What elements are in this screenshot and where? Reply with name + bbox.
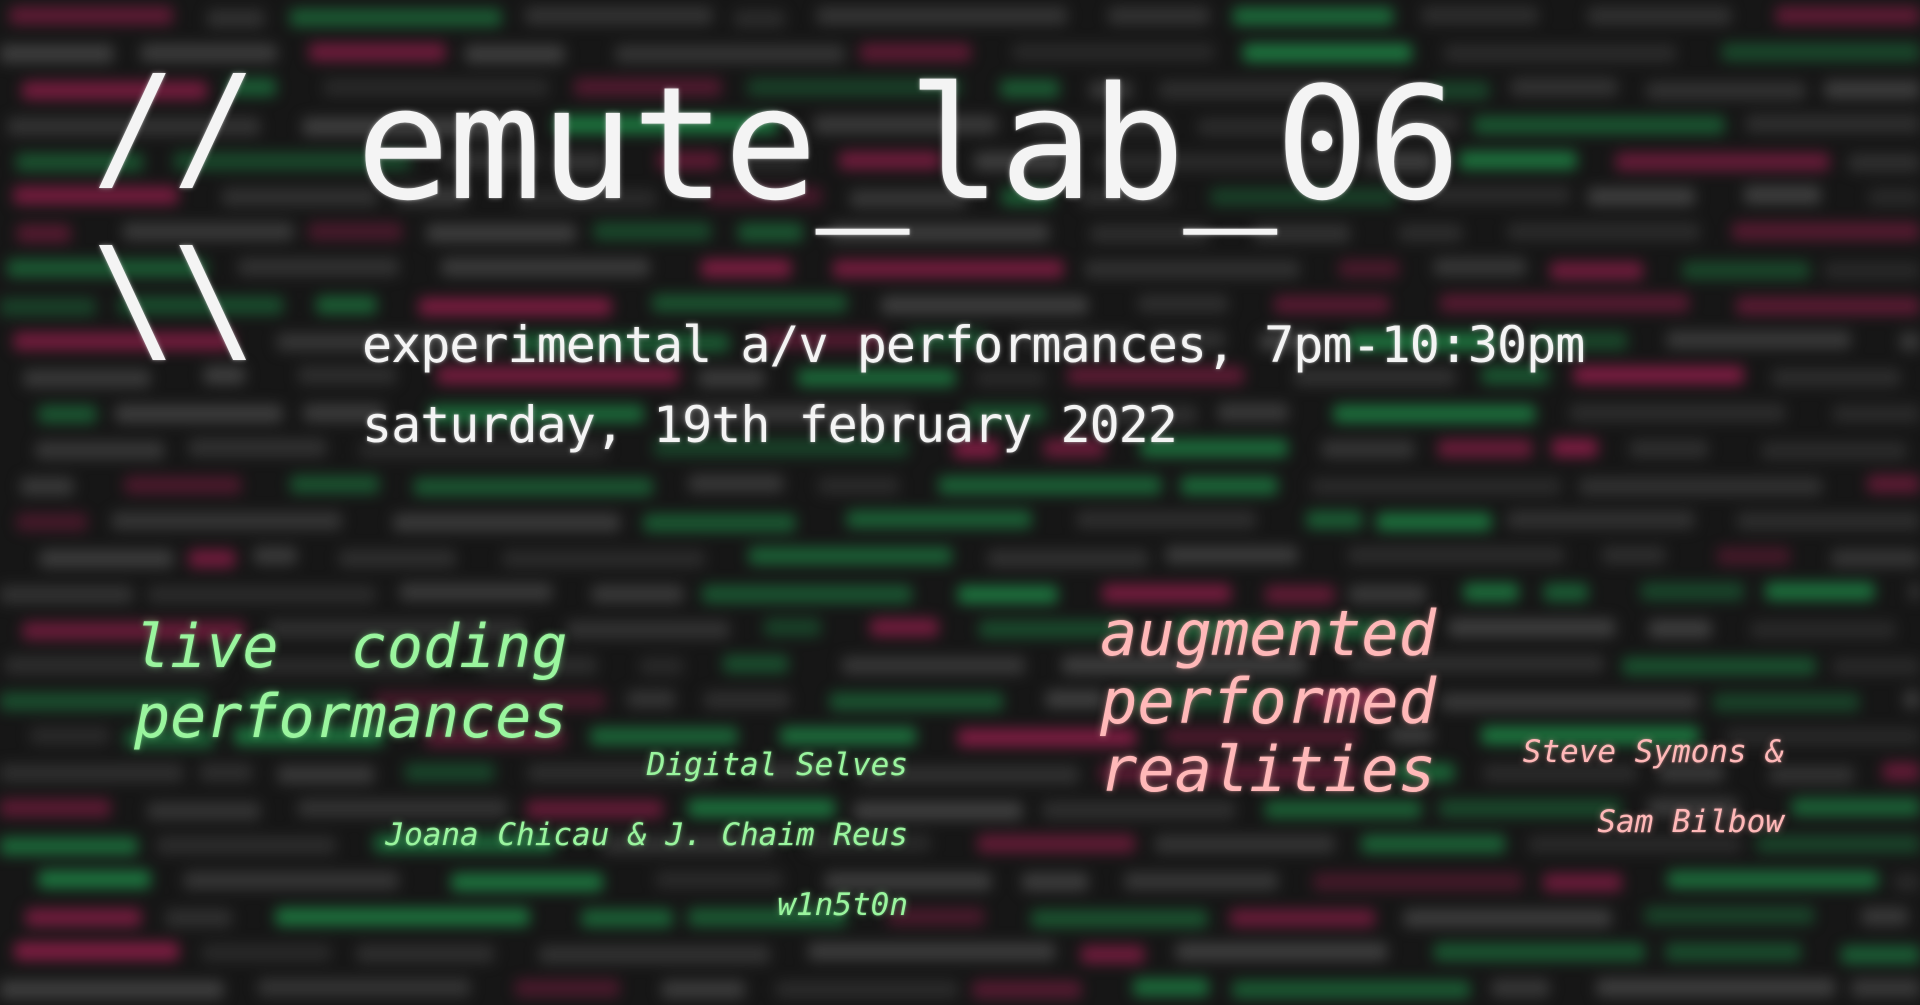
event-title: emute_lab_06 xyxy=(356,53,1461,235)
double-backslash-glyph: \\ xyxy=(92,218,257,381)
double-slash-glyph: // xyxy=(92,46,257,209)
live-coding-heading-line2: performances xyxy=(134,682,568,752)
event-subtitle: experimental a/v performances, 7pm-10:30… xyxy=(362,316,1585,374)
event-date: saturday, 19th february 2022 xyxy=(362,396,1178,454)
performer-name: Joana Chicau & J. Chaim Reus xyxy=(385,817,908,853)
augmented-realities-heading: augmented performed realities xyxy=(1100,600,1436,804)
live-coding-heading: live coding performances xyxy=(134,612,567,752)
performer-name: Digital Selves xyxy=(646,747,908,783)
performer-name: Sam Bilbow xyxy=(1597,804,1784,840)
performer-name: Steve Symons & xyxy=(1522,734,1784,770)
augmented-heading-line1: augmented xyxy=(1100,597,1436,670)
performer-name: w1n5t0n xyxy=(777,887,908,923)
poster-canvas: // \\ emute_lab_06 experimental a/v perf… xyxy=(0,0,1920,1005)
live-coding-heading-line1: live coding xyxy=(134,612,568,682)
augmented-heading-line3: realities xyxy=(1100,733,1436,806)
augmented-heading-line2: performed xyxy=(1100,665,1436,738)
